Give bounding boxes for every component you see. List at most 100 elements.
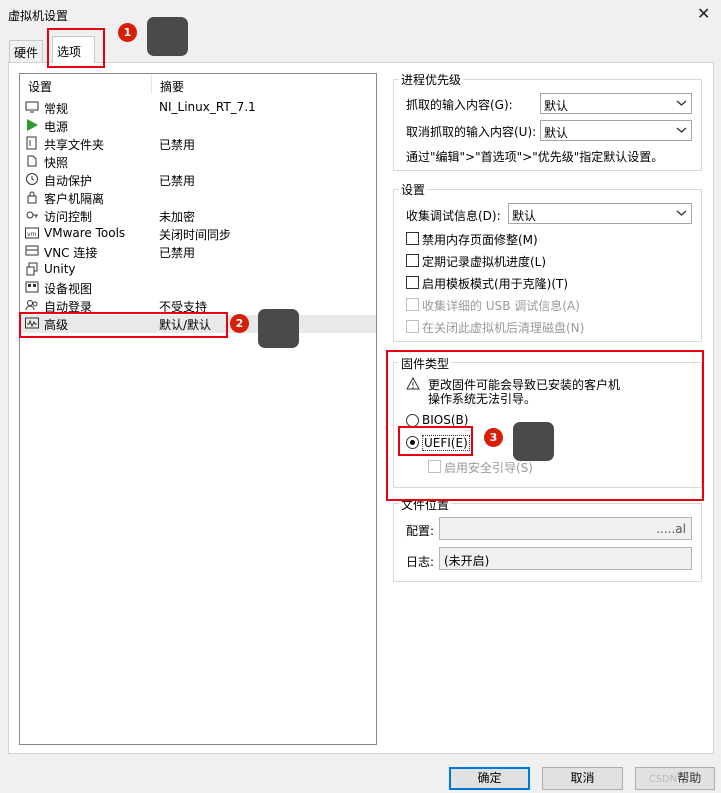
chevron-down-icon <box>676 100 687 106</box>
list-item-name: 访问控制 <box>44 210 93 224</box>
priority-group-title: 进程优先级 <box>399 71 464 88</box>
file-location-title: 文件位置 <box>399 496 452 513</box>
list-item-name: 常规 <box>44 102 69 116</box>
key-icon <box>25 208 39 222</box>
usb-debug-label: 收集详细的 USB 调试信息(A) <box>422 299 580 313</box>
help-button[interactable]: CSDN帮助 <box>635 767 715 790</box>
config-path-field[interactable]: .....al <box>439 517 692 540</box>
grab-input-select[interactable]: 默认 <box>540 93 692 114</box>
device-view-icon <box>25 280 39 294</box>
log-progress-label: 定期记录虚拟机进度(L) <box>422 255 547 269</box>
tab-hardware[interactable]: 硬件 <box>9 40 44 62</box>
cancel-button[interactable]: 取消 <box>542 767 623 790</box>
template-mode-label: 启用模板模式(用于克隆)(T) <box>422 277 569 291</box>
pulse-icon <box>25 316 39 330</box>
step-badge-1: 1 <box>118 23 137 42</box>
column-header-setting[interactable]: 设置 <box>20 74 152 94</box>
list-item-vnc[interactable]: VNC 连接 已禁用 <box>20 243 376 261</box>
list-item-unity[interactable]: Unity <box>20 261 376 279</box>
list-item-name: 客户机隔离 <box>44 192 105 206</box>
step-badge-3: 3 <box>484 428 503 447</box>
template-mode-checkbox[interactable] <box>406 276 419 289</box>
uefi-label: UEFI(E) <box>422 435 470 451</box>
list-header: 设置 摘要 <box>20 74 376 94</box>
list-item-name: VNC 连接 <box>44 246 98 260</box>
list-item-summary: 不受支持 <box>159 300 208 314</box>
callout-bubble-2 <box>258 309 299 348</box>
list-item-access-control[interactable]: 访问控制 未加密 <box>20 207 376 225</box>
svg-text:vm: vm <box>27 231 37 238</box>
ungrab-input-select[interactable]: 默认 <box>540 120 692 141</box>
callout-bubble-1 <box>147 17 188 56</box>
clock-icon <box>25 172 39 186</box>
settings-group-title: 设置 <box>399 181 428 198</box>
config-path-value: .....al <box>656 522 686 536</box>
debug-info-value: 默认 <box>512 209 537 223</box>
list-item-summary: 未加密 <box>159 210 196 224</box>
list-item-name: 共享文件夹 <box>44 138 105 152</box>
list-item-name: 高级 <box>44 318 69 332</box>
window-title: 虚拟机设置 <box>8 9 69 23</box>
vnc-icon <box>25 244 39 258</box>
debug-info-select[interactable]: 默认 <box>508 203 692 224</box>
list-item-name: 自动登录 <box>44 300 93 314</box>
ok-button[interactable]: 确定 <box>449 767 530 790</box>
priority-note: 通过"编辑">"首选项">"优先级"指定默认设置。 <box>406 150 664 164</box>
grab-input-value: 默认 <box>544 99 569 113</box>
debug-info-label: 收集调试信息(D): <box>406 209 501 223</box>
list-item-vmware-tools[interactable]: vm VMware Tools 关闭时间同步 <box>20 225 376 243</box>
list-item-autoprotect[interactable]: 自动保护 已禁用 <box>20 171 376 189</box>
step-badge-2: 2 <box>230 314 249 333</box>
secure-boot-checkbox[interactable] <box>428 460 441 473</box>
log-path-field[interactable]: (未开启) <box>439 547 692 570</box>
close-icon[interactable]: ✕ <box>697 4 710 23</box>
list-item-device-view[interactable]: 设备视图 <box>20 279 376 297</box>
secure-boot-label: 启用安全引导(S) <box>444 461 533 475</box>
users-icon <box>25 298 39 312</box>
list-item-summary: NI_Linux_RT_7.1 <box>159 100 256 114</box>
list-item-shared-folders[interactable]: 共享文件夹 已禁用 <box>20 135 376 153</box>
disable-memory-trim-label: 禁用内存页面修整(M) <box>422 233 538 247</box>
list-item-name: 快照 <box>44 156 69 170</box>
help-button-label: 帮助 <box>677 771 702 785</box>
bios-label: BIOS(B) <box>422 413 469 427</box>
clean-disk-label: 在关闭此虚拟机后清理磁盘(N) <box>422 321 585 335</box>
ungrab-input-value: 默认 <box>544 126 569 140</box>
list-item-snapshots[interactable]: 快照 <box>20 153 376 171</box>
list-item-autologin[interactable]: 自动登录 不受支持 <box>20 297 376 315</box>
chevron-down-icon <box>676 127 687 133</box>
log-label: 日志: <box>406 555 435 569</box>
list-item-power[interactable]: 电源 <box>20 117 376 135</box>
column-header-summary[interactable]: 摘要 <box>152 74 192 94</box>
lock-icon <box>25 190 39 204</box>
clean-disk-checkbox[interactable] <box>406 320 419 333</box>
list-item-summary: 默认/默认 <box>159 318 212 332</box>
file-location-group <box>393 503 702 582</box>
list-item-summary: 已禁用 <box>159 246 196 260</box>
grab-input-label: 抓取的输入内容(G): <box>406 98 513 112</box>
list-item-advanced[interactable]: 高级 默认/默认 <box>20 315 376 333</box>
shared-folder-icon <box>25 136 39 150</box>
tab-options[interactable]: 选项 <box>52 36 95 63</box>
list-item-guest-isolation[interactable]: 客户机隔离 <box>20 189 376 207</box>
list-item-name: 设备视图 <box>44 282 93 296</box>
disable-memory-trim-checkbox[interactable] <box>406 232 419 245</box>
watermark: CSDN <box>648 774 678 785</box>
play-icon <box>25 118 39 132</box>
uefi-radio[interactable] <box>406 436 419 449</box>
log-progress-checkbox[interactable] <box>406 254 419 267</box>
list-item-name: 电源 <box>44 120 69 134</box>
list-item-summary: 关闭时间同步 <box>159 228 232 242</box>
callout-bubble-3 <box>513 422 554 461</box>
list-item-summary: 已禁用 <box>159 174 196 188</box>
bios-radio[interactable] <box>406 414 419 427</box>
chevron-down-icon <box>676 210 687 216</box>
settings-list[interactable]: 设置 摘要 常规 NI_Linux_RT_7.1 电源 共享文件夹 已禁用 快照… <box>19 73 377 745</box>
list-item-name: Unity <box>44 262 76 276</box>
usb-debug-checkbox[interactable] <box>406 298 419 311</box>
warning-icon <box>406 377 420 390</box>
firmware-group-title: 固件类型 <box>399 355 452 372</box>
vm-icon: vm <box>25 226 39 240</box>
ungrab-input-label: 取消抓取的输入内容(U): <box>406 125 537 139</box>
list-item-general[interactable]: 常规 NI_Linux_RT_7.1 <box>20 99 376 117</box>
